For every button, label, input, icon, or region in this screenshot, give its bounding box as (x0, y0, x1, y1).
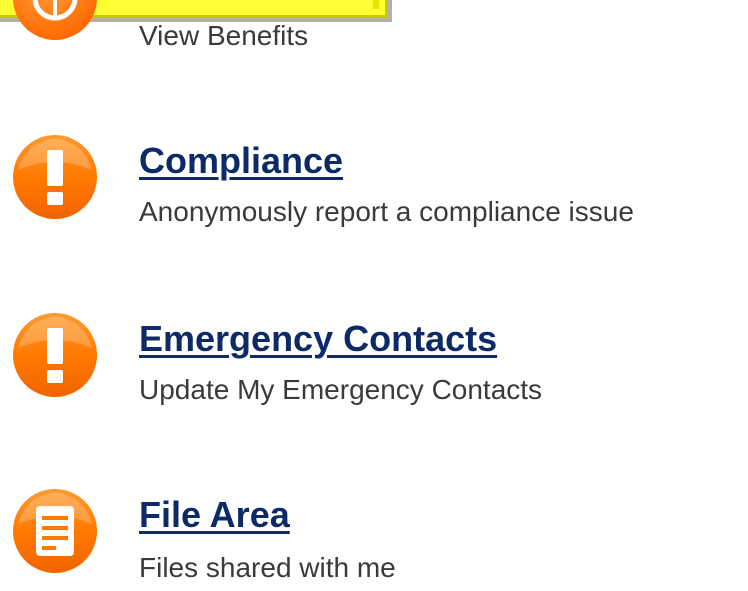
emergency-contacts-link[interactable]: Emergency Contacts (139, 318, 497, 360)
compliance-link[interactable]: Compliance (139, 140, 343, 182)
document-icon[interactable] (12, 488, 98, 574)
compliance-description: Anonymously report a compliance issue (139, 196, 634, 227)
list-item-benefits: View Benefits (0, 0, 748, 70)
list-item-compliance: Compliance Anonymously report a complian… (0, 130, 748, 250)
benefits-description: View Benefits (139, 20, 309, 51)
list-item-file-area: File Area Files shared with me (0, 484, 748, 591)
globe-icon[interactable] (12, 0, 98, 41)
file-area-link[interactable]: File Area (139, 494, 290, 536)
exclamation-icon[interactable] (12, 312, 98, 398)
page: View Benefits Compliance Anonymously rep… (0, 0, 748, 591)
list-item-emergency-contacts: Emergency Contacts Update My Emergency C… (0, 308, 748, 428)
emergency-contacts-description: Update My Emergency Contacts (139, 374, 543, 405)
exclamation-icon[interactable] (12, 134, 98, 220)
file-area-description: Files shared with me (139, 552, 396, 583)
